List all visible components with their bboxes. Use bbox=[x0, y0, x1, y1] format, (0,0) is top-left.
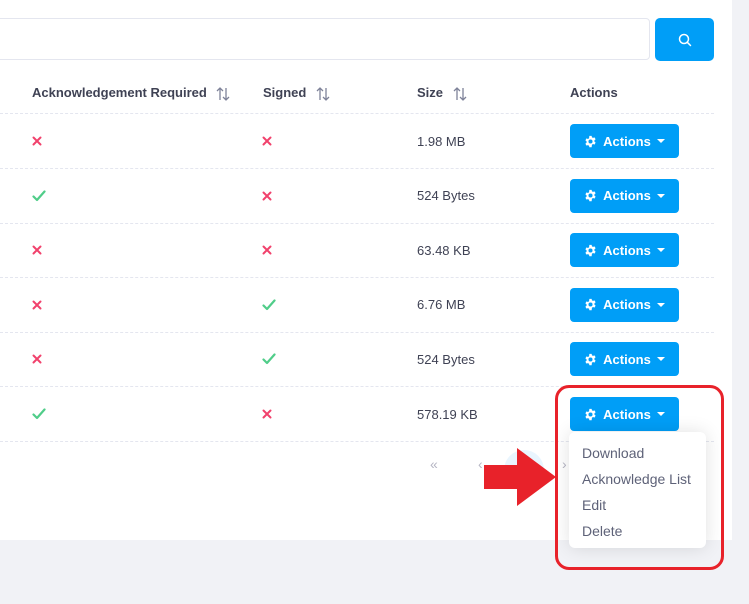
check-icon bbox=[32, 387, 46, 441]
actions-button-label: Actions bbox=[603, 297, 651, 313]
search-input[interactable] bbox=[0, 18, 650, 60]
caret-down-icon bbox=[656, 357, 665, 362]
check-icon bbox=[262, 278, 276, 332]
gear-icon bbox=[584, 298, 597, 311]
pagination-prev-button[interactable]: ‹ bbox=[478, 456, 483, 482]
cross-icon bbox=[262, 114, 272, 168]
caret-down-icon bbox=[656, 139, 665, 143]
table-row: 1.98 MB Actions bbox=[0, 114, 714, 169]
cross-icon bbox=[32, 223, 42, 277]
file-size: 1.98 MB bbox=[417, 133, 466, 149]
column-header-acknowledgement[interactable]: Acknowledgement Required bbox=[32, 72, 230, 114]
column-header-actions: Actions bbox=[570, 85, 618, 100]
caret-down-icon bbox=[656, 302, 665, 307]
sort-icon[interactable] bbox=[453, 86, 467, 102]
table-row: 524 Bytes Actions bbox=[0, 169, 714, 224]
search-icon bbox=[678, 33, 691, 46]
check-icon bbox=[262, 332, 276, 386]
cross-icon bbox=[32, 332, 42, 386]
file-size: 524 Bytes bbox=[417, 351, 475, 367]
file-size: 578.19 KB bbox=[417, 406, 478, 422]
check-icon bbox=[32, 169, 46, 223]
actions-button[interactable]: Actions bbox=[570, 233, 679, 268]
cross-icon bbox=[262, 223, 272, 277]
gear-icon bbox=[584, 244, 597, 257]
annotation-highlight-box bbox=[555, 385, 724, 570]
actions-button[interactable]: Actions bbox=[570, 178, 679, 213]
red-arrow-annotation bbox=[484, 448, 556, 506]
sort-icon[interactable] bbox=[216, 86, 230, 102]
file-size: 63.48 KB bbox=[417, 242, 471, 258]
gear-icon bbox=[584, 353, 597, 366]
column-header-size[interactable]: Size bbox=[417, 72, 467, 114]
actions-button-label: Actions bbox=[603, 133, 651, 149]
table-row: 63.48 KB Actions bbox=[0, 223, 714, 279]
file-size: 524 Bytes bbox=[417, 188, 475, 204]
gear-icon bbox=[584, 189, 597, 202]
actions-button-label: Actions bbox=[603, 242, 651, 258]
actions-button-label: Actions bbox=[603, 188, 651, 204]
cross-icon bbox=[32, 114, 42, 168]
column-header-signed[interactable]: Signed bbox=[263, 72, 330, 114]
search-button[interactable] bbox=[655, 18, 714, 61]
gear-icon bbox=[584, 135, 597, 148]
sort-icon[interactable] bbox=[316, 86, 330, 102]
table-row: 6.76 MB Actions bbox=[0, 278, 714, 333]
pagination-first-button[interactable]: « bbox=[430, 456, 438, 482]
actions-button[interactable]: Actions bbox=[570, 124, 679, 158]
table-row: 524 Bytes Actions bbox=[0, 332, 714, 388]
actions-button[interactable]: Actions bbox=[570, 287, 679, 322]
file-size: 6.76 MB bbox=[417, 297, 466, 313]
table-header: Acknowledgement Required Signed Size Act… bbox=[0, 72, 714, 114]
actions-button[interactable]: Actions bbox=[570, 342, 679, 377]
cross-icon bbox=[262, 169, 272, 223]
actions-button-label: Actions bbox=[603, 351, 651, 367]
cross-icon bbox=[262, 387, 272, 441]
cross-icon bbox=[32, 278, 42, 332]
caret-down-icon bbox=[656, 248, 665, 253]
caret-down-icon bbox=[656, 193, 665, 198]
